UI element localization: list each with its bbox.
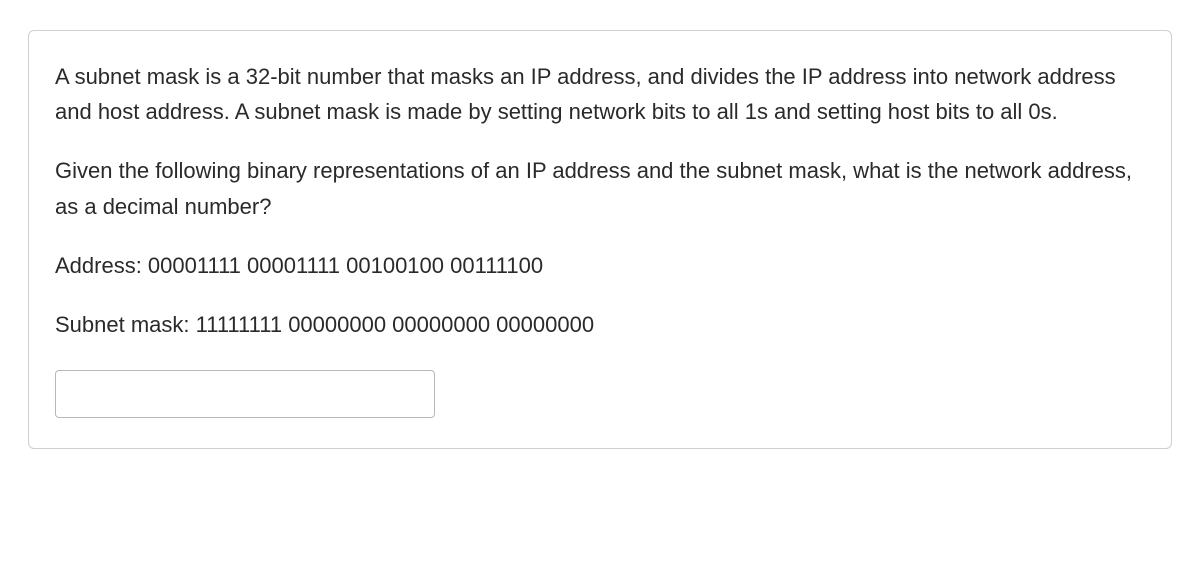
question-intro-text: A subnet mask is a 32-bit number that ma… — [55, 59, 1145, 129]
question-container: A subnet mask is a 32-bit number that ma… — [28, 30, 1172, 449]
address-text: Address: 00001111 00001111 00100100 0011… — [55, 248, 1145, 283]
subnet-text: Subnet mask: 11111111 00000000 00000000 … — [55, 307, 1145, 342]
question-prompt-text: Given the following binary representatio… — [55, 153, 1145, 223]
answer-input[interactable] — [55, 370, 435, 418]
